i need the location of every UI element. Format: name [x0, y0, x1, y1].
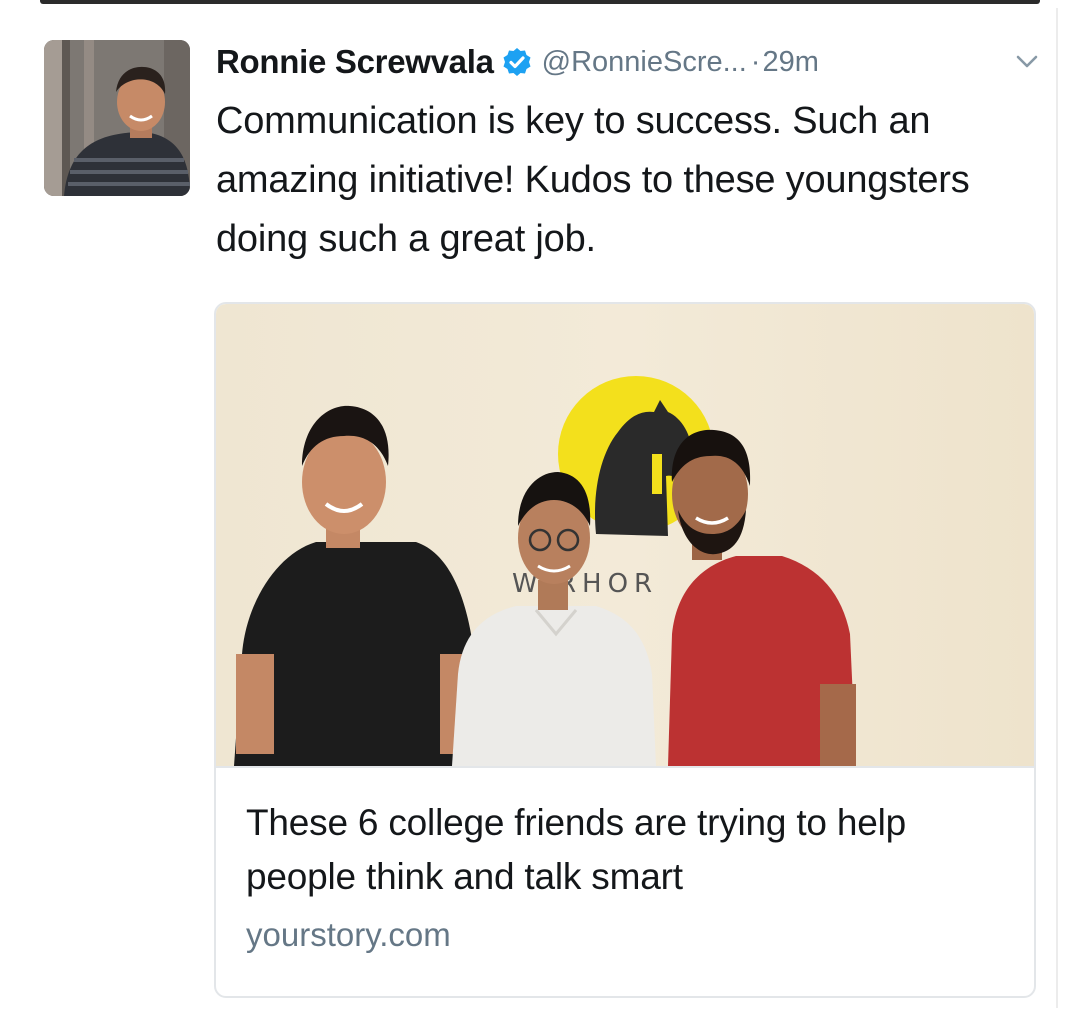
card-body[interactable]: These 6 college friends are trying to he… [216, 766, 1034, 996]
tweet-header: Ronnie Screwvala @RonnieScre... · 29m [216, 42, 1046, 82]
author-handle[interactable]: @RonnieScre... [542, 46, 747, 79]
separator-dot: · [750, 45, 761, 78]
link-card[interactable]: W RHOR These 6 college friends are tryin… [214, 302, 1036, 998]
avatar-photo [44, 40, 190, 196]
card-title[interactable]: These 6 college friends are trying to he… [246, 796, 1006, 904]
card-domain[interactable]: yourstory.com [246, 916, 451, 954]
avatar[interactable] [44, 40, 190, 196]
tweet[interactable]: Ronnie Screwvala @RonnieScre... · 29m Co… [0, 0, 1080, 1020]
tweet-text: Communication is key to success. Such an… [216, 100, 970, 260]
timestamp[interactable]: 29m [762, 46, 818, 79]
card-image[interactable]: W RHOR [216, 304, 1034, 766]
author-name[interactable]: Ronnie Screwvala [216, 43, 494, 81]
verified-badge-icon [502, 47, 532, 77]
chevron-down-icon[interactable] [1016, 54, 1038, 70]
